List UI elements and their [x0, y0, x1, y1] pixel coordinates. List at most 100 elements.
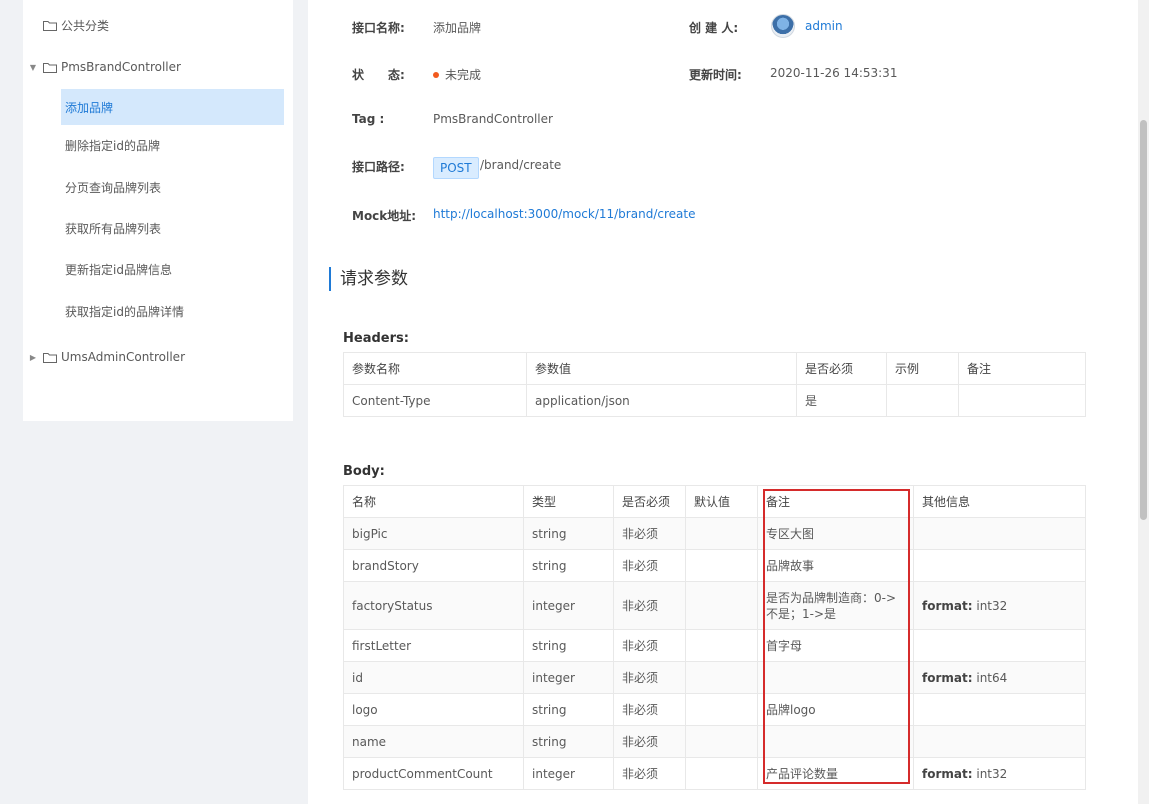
sidebar-item-list-brand-page[interactable]: 分页查询品牌列表 [61, 169, 284, 205]
body-other-cell [913, 725, 1086, 758]
col-header: 其他信息 [913, 485, 1086, 518]
sidebar-group-umsadmin[interactable]: ▶ UmsAdminController [23, 347, 185, 367]
body-type-cell: string [523, 517, 614, 550]
body-name-cell: id [343, 661, 524, 694]
format-value: int64 [976, 670, 1008, 685]
body-default-cell [685, 549, 758, 582]
col-header: 参数值 [526, 352, 797, 385]
api-detail-panel: 接口名称: 添加品牌 创 建 人: admin 状 态: 未完成 更新时间: 2… [308, 0, 1138, 804]
col-header: 是否必须 [613, 485, 686, 518]
body-default-cell [685, 517, 758, 550]
api-sidebar: 公共分类 ▼ PmsBrandController 添加品牌 删除指定id的品牌… [23, 0, 293, 421]
body-default-cell [685, 725, 758, 758]
body-required-cell: 非必须 [613, 757, 686, 790]
body-default-cell [685, 581, 758, 630]
body-name-cell: productCommentCount [343, 757, 524, 790]
sidebar-item-label: 删除指定id的品牌 [65, 138, 160, 153]
status-label: 状 态: [352, 68, 405, 82]
sidebar-item-update-brand[interactable]: 更新指定id品牌信息 [61, 251, 284, 287]
table-row: brandStory string 非必须 品牌故事 [343, 549, 1086, 582]
body-other-cell [913, 517, 1086, 550]
method-tag: POST [433, 157, 479, 179]
tag-value: PmsBrandController [433, 112, 553, 126]
header-name-cell: Content-Type [343, 384, 527, 417]
status-dot-icon [433, 71, 439, 78]
tag-label: Tag : [352, 112, 385, 126]
status-badge: 未完成 [433, 66, 481, 83]
sidebar-item-delete-brand[interactable]: 删除指定id的品牌 [61, 127, 284, 163]
body-required-cell: 非必须 [613, 581, 686, 630]
col-header: 默认值 [685, 485, 758, 518]
sidebar-group-label: 公共分类 [61, 18, 110, 33]
caret-right-icon[interactable]: ▶ [23, 353, 43, 362]
body-note-cell: 首字母 [757, 629, 914, 662]
folder-icon [43, 62, 57, 73]
col-header: 示例 [886, 352, 959, 385]
body-default-cell [685, 693, 758, 726]
body-name-cell: name [343, 725, 524, 758]
body-name-cell: factoryStatus [343, 581, 524, 630]
mock-url-link[interactable]: http://localhost:3000/mock/11/brand/crea… [433, 207, 695, 221]
body-note-cell: 品牌logo [757, 693, 914, 726]
sidebar-item-label: 分页查询品牌列表 [65, 180, 162, 195]
body-default-cell [685, 629, 758, 662]
body-note-cell: 专区大图 [757, 517, 914, 550]
body-required-cell: 非必须 [613, 629, 686, 662]
body-name-cell: logo [343, 693, 524, 726]
table-row: bigPic string 非必须 专区大图 [343, 517, 1086, 550]
sidebar-group-public[interactable]: 公共分类 [23, 15, 109, 35]
col-header: 类型 [523, 485, 614, 518]
body-note-cell: 品牌故事 [757, 549, 914, 582]
body-type-cell: integer [523, 757, 614, 790]
sidebar-item-list-all-brand[interactable]: 获取所有品牌列表 [61, 210, 284, 246]
header-example-cell [886, 384, 959, 417]
caret-down-icon[interactable]: ▼ [23, 63, 43, 72]
sidebar-item-add-brand[interactable]: 添加品牌 [61, 89, 284, 125]
body-name-cell: brandStory [343, 549, 524, 582]
creator-link[interactable]: admin [805, 19, 843, 33]
body-type-cell: integer [523, 581, 614, 630]
path-label: 接口路径: [352, 160, 405, 174]
body-default-cell [685, 661, 758, 694]
col-header: 参数名称 [343, 352, 527, 385]
table-header-row: 名称 类型 是否必须 默认值 备注 其他信息 [343, 485, 1086, 518]
table-header-row: 参数名称 参数值 是否必须 示例 备注 [343, 352, 1086, 385]
header-required-cell: 是 [796, 384, 887, 417]
body-type-cell: string [523, 725, 614, 758]
format-label: format: [922, 670, 973, 685]
body-params-table: 名称 类型 是否必须 默认值 备注 其他信息 bigPic string 非必须 专区… [343, 485, 1086, 790]
body-required-cell: 非必须 [613, 693, 686, 726]
table-row: logo string 非必须 品牌logo [343, 693, 1086, 726]
col-header: 是否必须 [796, 352, 887, 385]
body-other-cell: format: int64 [913, 661, 1086, 694]
mock-label: Mock地址: [352, 209, 417, 223]
body-required-cell: 非必须 [613, 725, 686, 758]
body-note-cell [757, 725, 914, 758]
body-other-cell: format: int32 [913, 581, 1086, 630]
table-row: name string 非必须 [343, 725, 1086, 758]
sidebar-item-label: 更新指定id品牌信息 [65, 262, 172, 277]
avatar[interactable] [771, 14, 795, 38]
col-header: 名称 [343, 485, 524, 518]
status-value: 未完成 [445, 68, 482, 82]
body-other-cell: format: int32 [913, 757, 1086, 790]
body-name-cell: bigPic [343, 517, 524, 550]
body-required-cell: 非必须 [613, 517, 686, 550]
sidebar-item-brand-detail[interactable]: 获取指定id的品牌详情 [61, 293, 284, 329]
body-default-cell [685, 757, 758, 790]
body-type-cell: string [523, 549, 614, 582]
sidebar-item-label: 获取所有品牌列表 [65, 221, 162, 236]
sidebar-group-pmsbrand[interactable]: ▼ PmsBrandController [23, 57, 181, 77]
body-type-cell: integer [523, 661, 614, 694]
page-scrollbar[interactable] [1138, 0, 1149, 804]
body-note-cell: 是否为品牌制造商：0->不是；1->是 [757, 581, 914, 630]
sidebar-item-label: 添加品牌 [65, 100, 114, 115]
body-note-cell [757, 661, 914, 694]
col-header: 备注 [958, 352, 1086, 385]
table-row: productCommentCount integer 非必须 产品评论数量 forma… [343, 757, 1086, 790]
scrollbar-thumb[interactable] [1140, 120, 1147, 520]
creator-label: 创 建 人: [689, 21, 739, 35]
interface-name-label: 接口名称: [352, 21, 405, 35]
format-value: int32 [976, 598, 1008, 613]
header-note-cell [958, 384, 1086, 417]
